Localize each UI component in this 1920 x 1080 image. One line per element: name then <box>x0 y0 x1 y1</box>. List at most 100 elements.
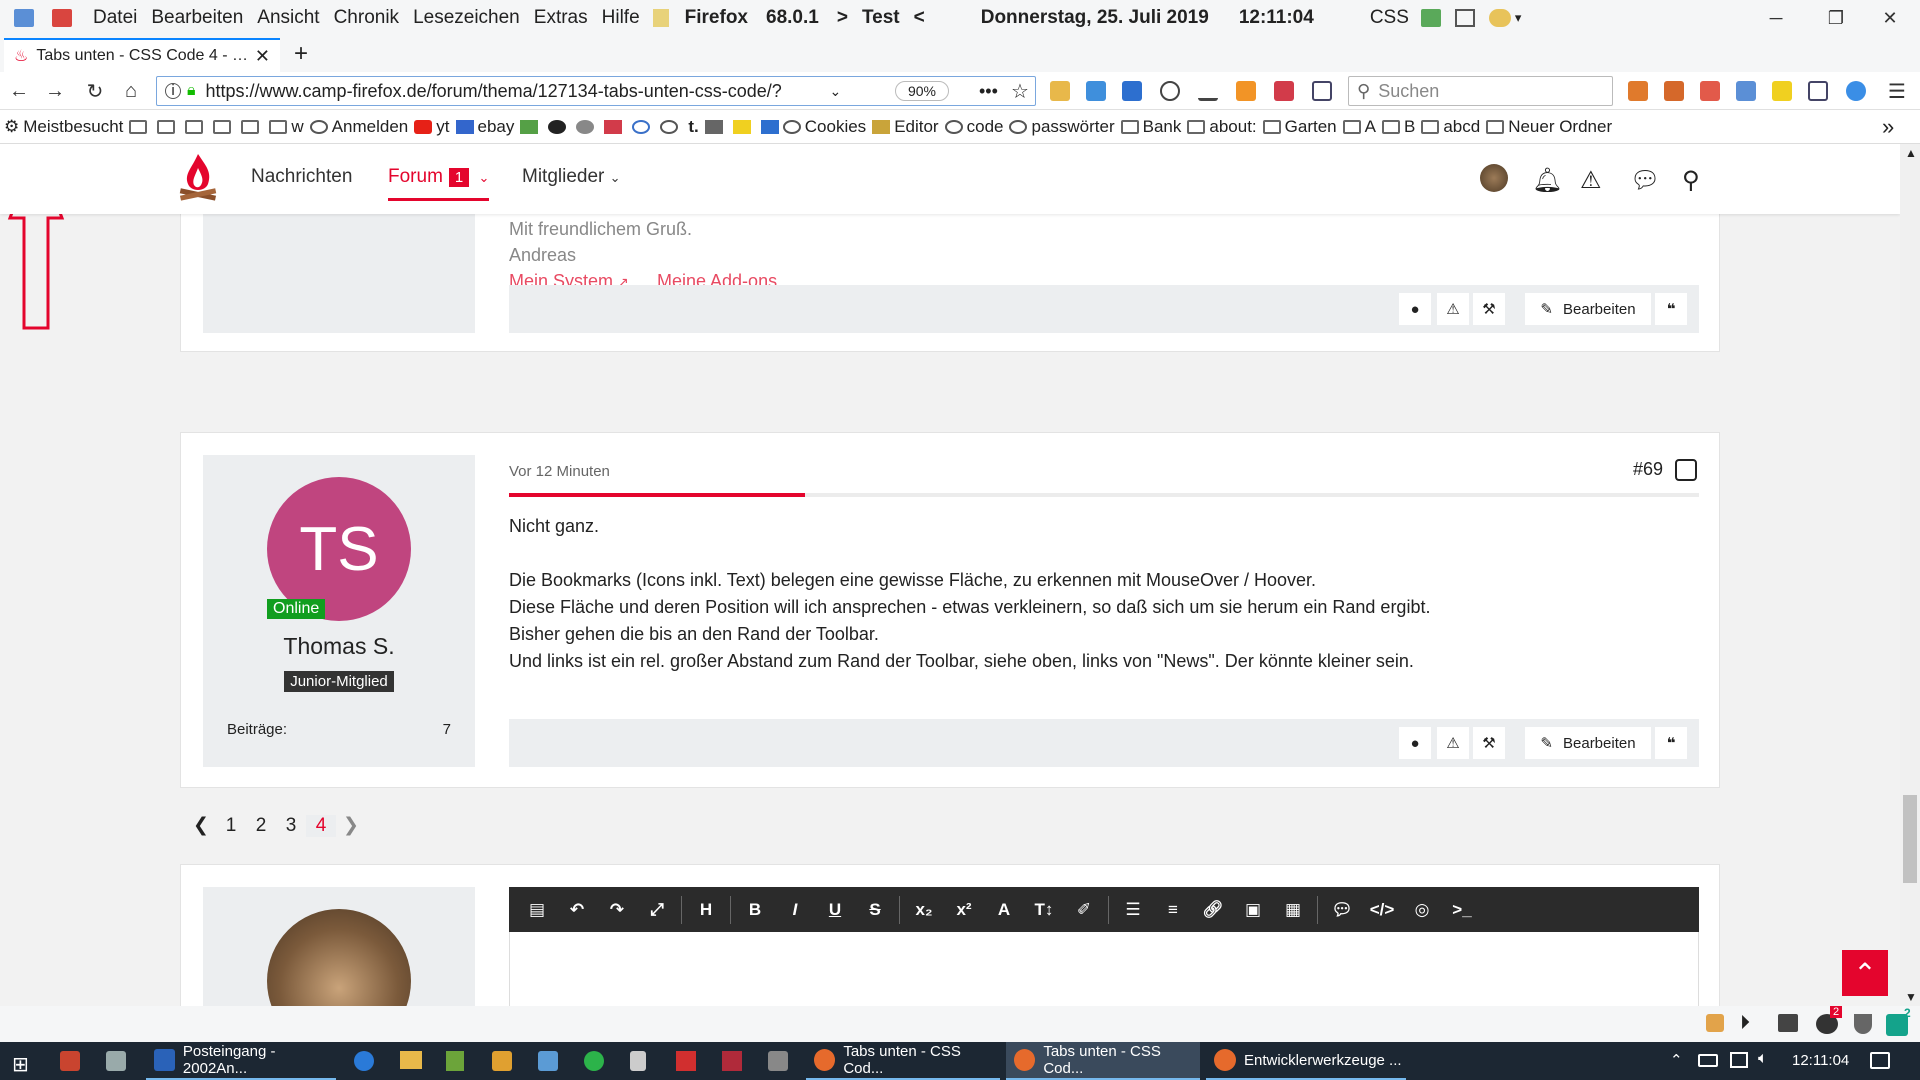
shield-icon[interactable] <box>1854 1014 1872 1034</box>
strike-icon[interactable]: S <box>855 887 895 932</box>
taskbar-app-icon[interactable] <box>630 1051 646 1071</box>
app-icon[interactable] <box>14 9 34 27</box>
action-center-icon[interactable] <box>1870 1052 1890 1069</box>
taskbar-clock[interactable]: 12:11:04 <box>1792 1052 1849 1069</box>
bookmark-bank[interactable]: Bank <box>1120 117 1181 137</box>
moderate-button[interactable]: ⚒ <box>1473 727 1505 759</box>
addon-icon-1[interactable] <box>1628 81 1648 101</box>
bookmark-about[interactable]: about: <box>1187 117 1257 137</box>
bookmark-editor[interactable]: Editor <box>872 117 939 137</box>
edge-icon[interactable] <box>354 1051 374 1071</box>
bookmark-globe[interactable] <box>660 119 682 134</box>
windows-start-icon[interactable]: ⊞ <box>12 1052 29 1077</box>
bookmark-download[interactable] <box>520 119 542 134</box>
status-icon-1[interactable] <box>1706 1014 1724 1032</box>
fullscreen-icon[interactable]: ⤢ <box>637 887 677 932</box>
weather-icon[interactable] <box>1488 9 1511 27</box>
warning-icon[interactable]: ⚠︎ <box>1580 166 1602 195</box>
bookmark-b64[interactable] <box>732 119 755 134</box>
folder-blue-icon[interactable] <box>1086 81 1106 101</box>
url-text[interactable]: https://www.camp-firefox.de/forum/thema/… <box>206 81 826 102</box>
back-button[interactable]: ← <box>4 76 34 106</box>
font-icon[interactable]: A <box>984 887 1024 932</box>
bookmark-w[interactable]: w <box>269 117 304 137</box>
addon-icon-4[interactable] <box>1736 81 1756 101</box>
info-icon[interactable]: i <box>165 83 181 99</box>
edit-button[interactable]: ✎ Bearbeiten <box>1525 293 1651 325</box>
link-icon[interactable]: 🔗︎ <box>1193 887 1233 932</box>
post-time[interactable]: Vor 12 Minuten <box>509 463 610 480</box>
menu-bearbeiten[interactable]: Bearbeiten <box>144 7 250 29</box>
taskbar-app-icon[interactable] <box>768 1051 788 1071</box>
table-icon[interactable]: ▦ <box>1273 887 1313 932</box>
url-bar[interactable]: i 🔒︎ https://www.camp-firefox.de/forum/t… <box>156 76 1036 106</box>
scroll-to-top-button[interactable]: ⌃ <box>1842 950 1888 996</box>
prev-page-icon[interactable]: ❮ <box>186 814 216 837</box>
undo-icon[interactable]: ↶ <box>557 887 597 932</box>
taskbar-app-icon[interactable] <box>446 1051 464 1071</box>
addon-orange-icon[interactable] <box>1236 81 1256 101</box>
bookmark-github[interactable] <box>548 119 570 134</box>
my-avatar[interactable] <box>267 909 411 1006</box>
page-actions-icon[interactable]: ••• <box>979 81 998 102</box>
taskbar-task-devtools[interactable]: Entwicklerwerkzeuge ... <box>1206 1042 1406 1080</box>
taskbar-app-icon[interactable] <box>106 1051 126 1071</box>
underline-icon[interactable]: U <box>815 887 855 932</box>
bookmark-folder[interactable] <box>157 119 179 134</box>
post-number[interactable]: #69 <box>1633 459 1663 480</box>
home-button[interactable]: ⌂ <box>116 76 146 106</box>
check-icon[interactable] <box>1420 9 1441 27</box>
globe-button[interactable]: ● <box>1399 293 1431 325</box>
inline-code-icon[interactable]: >_ <box>1442 887 1482 932</box>
url-dropdown-icon[interactable]: ⌄ <box>830 83 842 100</box>
menu-icon[interactable]: ☰ <box>1882 76 1912 106</box>
film-icon[interactable] <box>1778 1014 1798 1032</box>
moderate-button[interactable]: ⚒ <box>1473 293 1505 325</box>
heading-icon[interactable]: H <box>686 887 726 932</box>
taskbar-app-icon[interactable] <box>584 1051 604 1071</box>
download-icon[interactable] <box>1198 81 1218 101</box>
report-button[interactable]: ⚠︎ <box>1437 727 1469 759</box>
bookmark-blue-circle[interactable] <box>632 119 654 134</box>
user-avatar[interactable] <box>1480 164 1508 192</box>
bookmark-cookies[interactable]: Cookies <box>760 117 866 137</box>
spoiler-icon[interactable]: ◎ <box>1402 887 1442 932</box>
menu-datei[interactable]: Datei <box>86 7 144 29</box>
list-icon[interactable]: ☰ <box>1113 887 1153 932</box>
tray-chevron-up-icon[interactable]: ⌃ <box>1670 1051 1683 1069</box>
menu-lesezeichen[interactable]: Lesezeichen <box>406 7 527 29</box>
bell-icon[interactable]: 🔔︎ <box>1532 166 1562 195</box>
scroll-down-icon[interactable]: ▼ <box>1905 990 1917 1004</box>
quote-button[interactable]: ❝ <box>1655 727 1687 759</box>
menu-chronik[interactable]: Chronik <box>327 7 406 29</box>
taskbar-task-mail[interactable]: Posteingang - 2002An... <box>146 1042 336 1080</box>
campfire-logo[interactable] <box>178 152 218 204</box>
notepad-icon[interactable] <box>652 9 669 27</box>
sidebar-icon[interactable] <box>1122 81 1142 101</box>
bold-icon[interactable]: B <box>735 887 775 932</box>
quote-bubble-icon[interactable]: 💬︎ <box>1322 887 1362 932</box>
taskbar-app-icon[interactable] <box>538 1051 558 1071</box>
italic-icon[interactable]: I <box>775 887 815 932</box>
edit-button[interactable]: ✎ Bearbeiten <box>1525 727 1651 759</box>
nav-news[interactable]: Nachrichten <box>251 166 352 188</box>
quote-button[interactable]: ❝ <box>1655 293 1687 325</box>
menu-hilfe[interactable]: Hilfe <box>595 7 647 29</box>
folder-open-icon[interactable] <box>1050 81 1070 101</box>
brush-icon[interactable]: ✐ <box>1064 887 1104 932</box>
reload-button[interactable]: ↻ <box>80 76 110 106</box>
search-icon[interactable]: ⚲ <box>1682 166 1700 195</box>
bookmark-t[interactable]: t. <box>688 117 698 137</box>
bookmark-code[interactable]: code <box>944 117 1003 137</box>
bookmark-red[interactable] <box>604 119 626 134</box>
css-label[interactable]: CSS <box>1370 7 1409 29</box>
zoom-indicator[interactable]: 90% <box>895 81 949 101</box>
new-tab-button[interactable]: + <box>286 40 316 70</box>
author-name[interactable]: Thomas S. <box>203 633 475 660</box>
addon-v-icon[interactable] <box>1312 81 1332 101</box>
bookmark-circle[interactable] <box>576 119 598 134</box>
bookmark-folder[interactable] <box>241 119 263 134</box>
bookmark-a[interactable]: A <box>1342 117 1376 137</box>
taskbar-app-icon[interactable] <box>60 1051 80 1071</box>
close-tab-icon[interactable]: ✕ <box>255 46 270 67</box>
